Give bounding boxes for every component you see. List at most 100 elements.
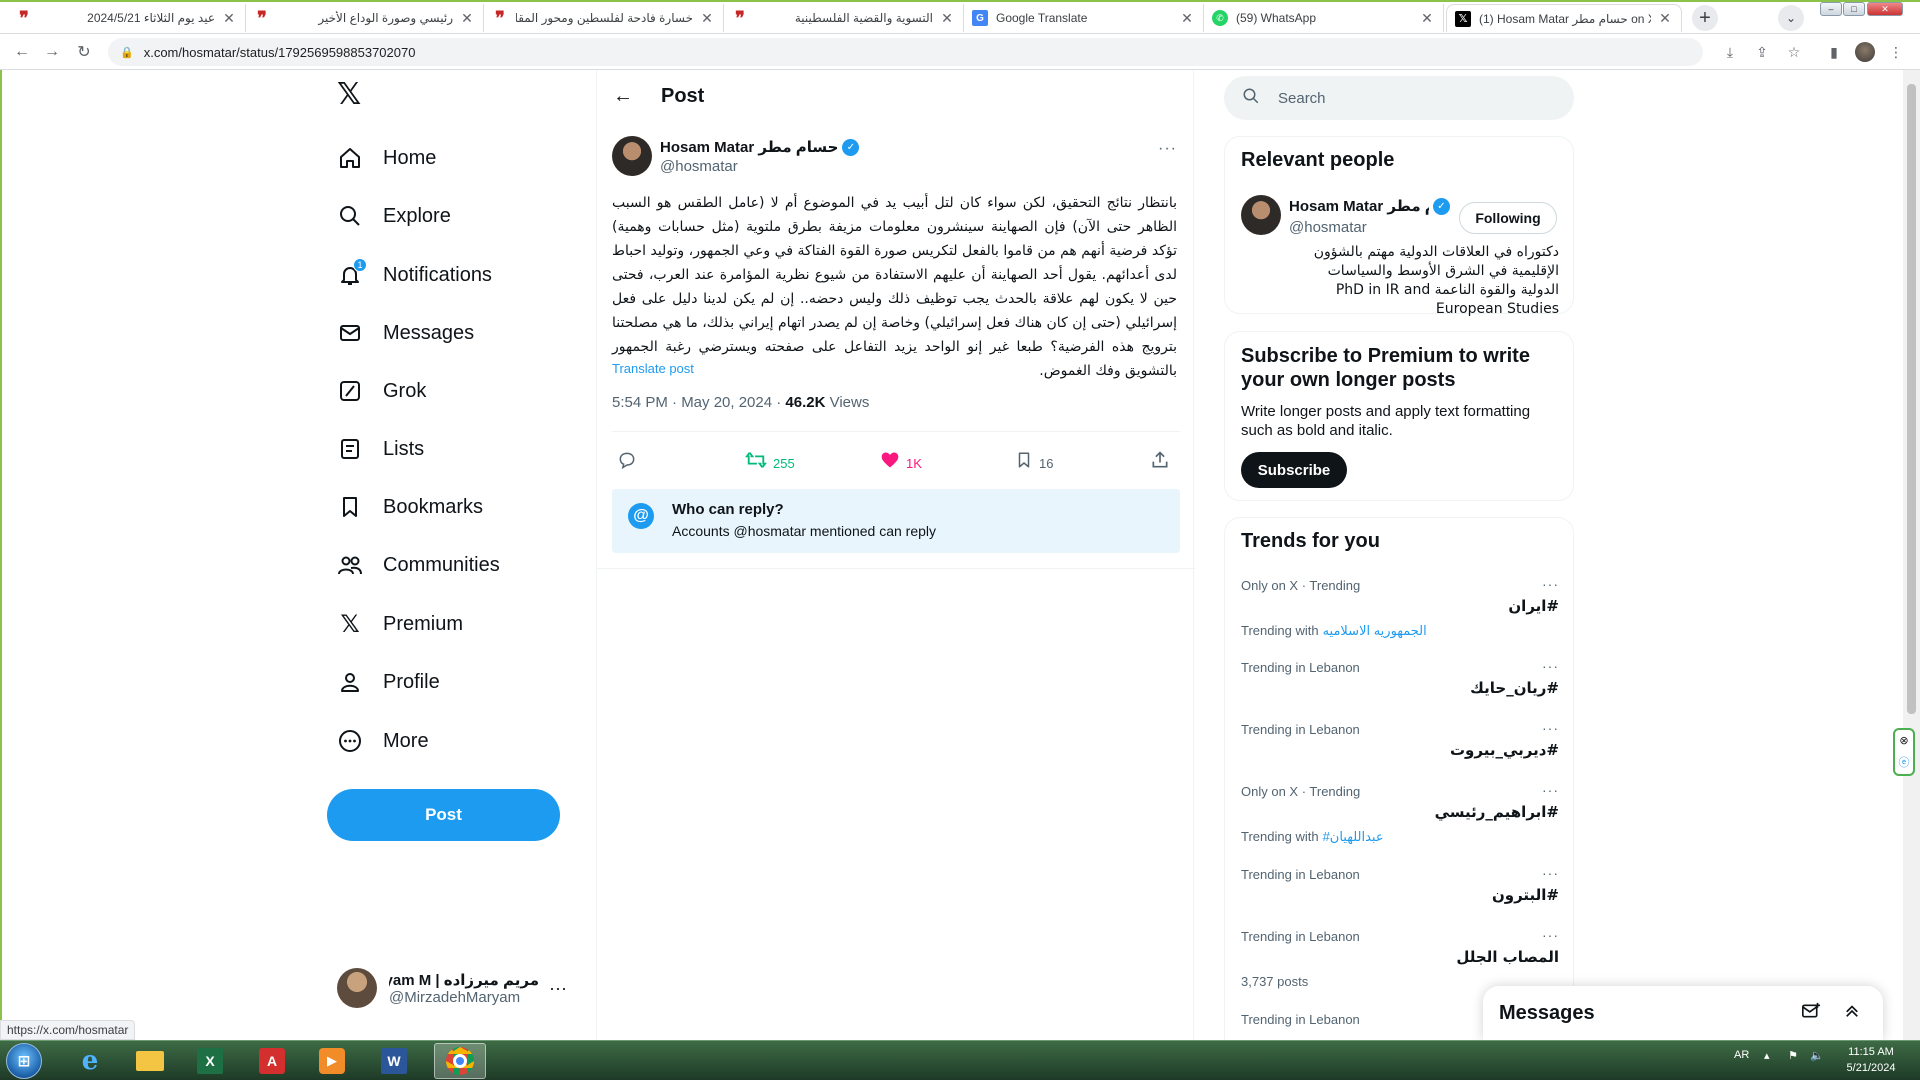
close-icon[interactable]: ✕ (221, 10, 237, 27)
language-indicator[interactable]: AR (1734, 1049, 1749, 1061)
nav-profile[interactable]: Profile (337, 658, 440, 706)
word-icon[interactable]: W (368, 1043, 420, 1079)
browser-tab[interactable]: ❞ رئيسي وصورة الوداع الأخير ✕ (246, 4, 484, 32)
extension-side-widget[interactable]: ⊗ ⓔ (1893, 728, 1915, 776)
like-button[interactable]: 1K (880, 450, 922, 476)
excel-icon[interactable]: X (184, 1043, 236, 1079)
minimize-button[interactable]: – (1820, 2, 1842, 16)
trend-item[interactable]: Only on X · Trending ··· #ايران Trending… (1241, 576, 1559, 639)
side-panel-icon[interactable]: ▮ (1824, 42, 1844, 62)
x-logo-icon[interactable]: 𝕏 (337, 80, 367, 110)
back-arrow-icon[interactable]: ← (597, 85, 653, 108)
search-input[interactable]: Search (1224, 76, 1574, 120)
avatar[interactable] (1241, 195, 1281, 235)
browser-tab[interactable]: ❞ عيد يوم الثلاثاء 2024/5/21 ✕ (8, 4, 246, 32)
post-timestamp[interactable]: 5:54 PM · May 20, 2024 · (612, 394, 785, 411)
retweet-button[interactable]: 255 (745, 450, 795, 476)
nav-explore[interactable]: Explore (337, 192, 451, 240)
trend-related-link[interactable]: الجمهوريه الاسلاميه (1323, 623, 1427, 638)
flag-icon[interactable]: ⚑ (1788, 1049, 1798, 1062)
trend-context: Trending in Lebanon (1241, 867, 1360, 882)
following-button[interactable]: Following (1459, 202, 1557, 234)
trend-item[interactable]: Trending in Lebanon ··· المصاب الجلل 3,7… (1241, 927, 1559, 989)
browser-menu-icon[interactable]: ⋮ (1886, 42, 1906, 62)
compose-post-button[interactable]: Post (327, 789, 560, 841)
nav-bookmarks[interactable]: Bookmarks (337, 483, 483, 531)
forward-icon[interactable]: → (40, 40, 64, 64)
more-dots-icon[interactable]: ··· (1158, 140, 1177, 158)
nav-notifications[interactable]: 1 Notifications (337, 251, 492, 299)
browser-tab[interactable]: ❞ خسارة فادحة لفلسطين ومحور المقاومة وأح… (484, 4, 724, 32)
back-icon[interactable]: ← (10, 40, 34, 64)
new-tab-button[interactable]: + (1692, 5, 1718, 31)
reload-icon[interactable]: ↻ (72, 40, 96, 64)
url-field[interactable]: 🔒 x.com/hosmatar/status/1792569598853702… (108, 38, 1703, 66)
browser-profile-avatar[interactable] (1855, 42, 1875, 62)
chevron-up-double-icon[interactable] (1843, 1002, 1861, 1025)
messages-drawer[interactable]: Messages (1483, 986, 1883, 1040)
trend-name: المصاب الجلل (1456, 948, 1559, 966)
close-icon[interactable]: ✕ (1179, 10, 1195, 27)
chrome-icon[interactable] (434, 1043, 486, 1079)
more-dots-icon[interactable]: ··· (1542, 865, 1559, 881)
nav-lists[interactable]: Lists (337, 425, 424, 473)
nav-more[interactable]: More (337, 717, 429, 765)
star-icon[interactable]: ☆ (1784, 42, 1804, 62)
install-app-icon[interactable]: ⤓ (1720, 42, 1740, 62)
nav-messages[interactable]: Messages (337, 309, 474, 357)
nav-premium[interactable]: 𝕏 Premium (337, 600, 463, 648)
more-dots-icon[interactable]: ··· (1542, 782, 1559, 798)
author-name[interactable]: Hosam Matar حسام مطر ✓ (660, 138, 860, 156)
close-icon[interactable]: ✕ (459, 10, 475, 27)
trend-related-link[interactable]: #عبداللهيان (1323, 829, 1384, 844)
more-dots-icon[interactable]: ··· (1542, 658, 1559, 674)
account-switcher[interactable]: مریم میرزاده | Maryam M @MirzadehMaryam … (327, 963, 577, 1013)
browser-tab[interactable]: G Google Translate ✕ (964, 4, 1204, 32)
acrobat-icon[interactable]: A (246, 1043, 298, 1079)
close-icon[interactable]: ✕ (939, 10, 955, 27)
chevron-up-icon[interactable]: ▴ (1764, 1049, 1770, 1062)
page-scrollbar[interactable] (1903, 70, 1920, 1040)
browser-tab[interactable]: ❞ التسوية والقضية الفلسطينية ✕ (724, 4, 964, 32)
share-button[interactable] (1150, 450, 1176, 476)
nav-grok[interactable]: Grok (337, 367, 426, 415)
lock-icon[interactable]: 🔒 (120, 46, 134, 59)
subscribe-button[interactable]: Subscribe (1241, 452, 1347, 488)
author-handle[interactable]: @hosmatar (660, 158, 738, 175)
window-close-button[interactable]: ✕ (1867, 2, 1903, 16)
volume-icon[interactable]: 🔈 (1810, 1049, 1824, 1062)
browser-tab[interactable]: ✆ (59) WhatsApp ✕ (1204, 4, 1444, 32)
media-player-icon[interactable]: ▶ (306, 1043, 358, 1079)
more-dots-icon[interactable]: ··· (1542, 576, 1559, 592)
close-icon[interactable]: ⊗ (1899, 734, 1908, 747)
avatar[interactable] (612, 136, 652, 176)
tab-search-button[interactable]: ⌄ (1778, 5, 1804, 31)
trend-item[interactable]: Trending in Lebanon ··· #ديربي_بيروت (1241, 720, 1559, 759)
nav-communities[interactable]: Communities (337, 541, 500, 589)
close-icon[interactable]: ✕ (699, 10, 715, 27)
translate-post-link[interactable]: Translate post (612, 361, 694, 376)
nav-home[interactable]: Home (337, 134, 436, 182)
internet-explorer-icon[interactable]: e (64, 1043, 116, 1079)
share-icon[interactable]: ⇪ (1752, 42, 1772, 62)
new-message-icon[interactable] (1801, 1002, 1821, 1025)
trend-item[interactable]: Trending in Lebanon ··· #البترون (1241, 865, 1559, 904)
bookmark-button[interactable]: 16 (1015, 450, 1053, 476)
more-dots-icon[interactable]: ··· (1542, 720, 1559, 736)
tab-title: خسارة فادحة لفلسطين ومحور المقاومة وأحر (516, 11, 693, 25)
maximize-button[interactable]: □ (1843, 2, 1865, 16)
scrollbar-thumb[interactable] (1907, 84, 1916, 714)
browser-tab-active[interactable]: 𝕏 (1) Hosam Matar حسام مطر on X: " ✕ (1446, 4, 1682, 32)
more-dots-icon[interactable]: ··· (1542, 927, 1559, 943)
relevant-person-name[interactable]: Hosam Matar حسام مطر ✓ (1289, 197, 1450, 215)
close-icon[interactable]: ✕ (1657, 10, 1673, 27)
file-explorer-icon[interactable] (124, 1043, 176, 1079)
reply-button[interactable] (617, 450, 643, 476)
extension-icon[interactable]: ⓔ (1899, 754, 1910, 770)
trend-item[interactable]: Trending in Lebanon ··· #ريان_حايك (1241, 658, 1559, 697)
trend-item[interactable]: Only on X · Trending ··· #ابراهيم_رئيسي … (1241, 782, 1559, 845)
close-icon[interactable]: ✕ (1419, 10, 1435, 27)
relevant-person-handle[interactable]: @hosmatar (1289, 219, 1367, 236)
start-button[interactable]: ⊞ (6, 1043, 42, 1079)
taskbar-clock[interactable]: 11:15 AM 5/21/2024 (1836, 1044, 1906, 1076)
